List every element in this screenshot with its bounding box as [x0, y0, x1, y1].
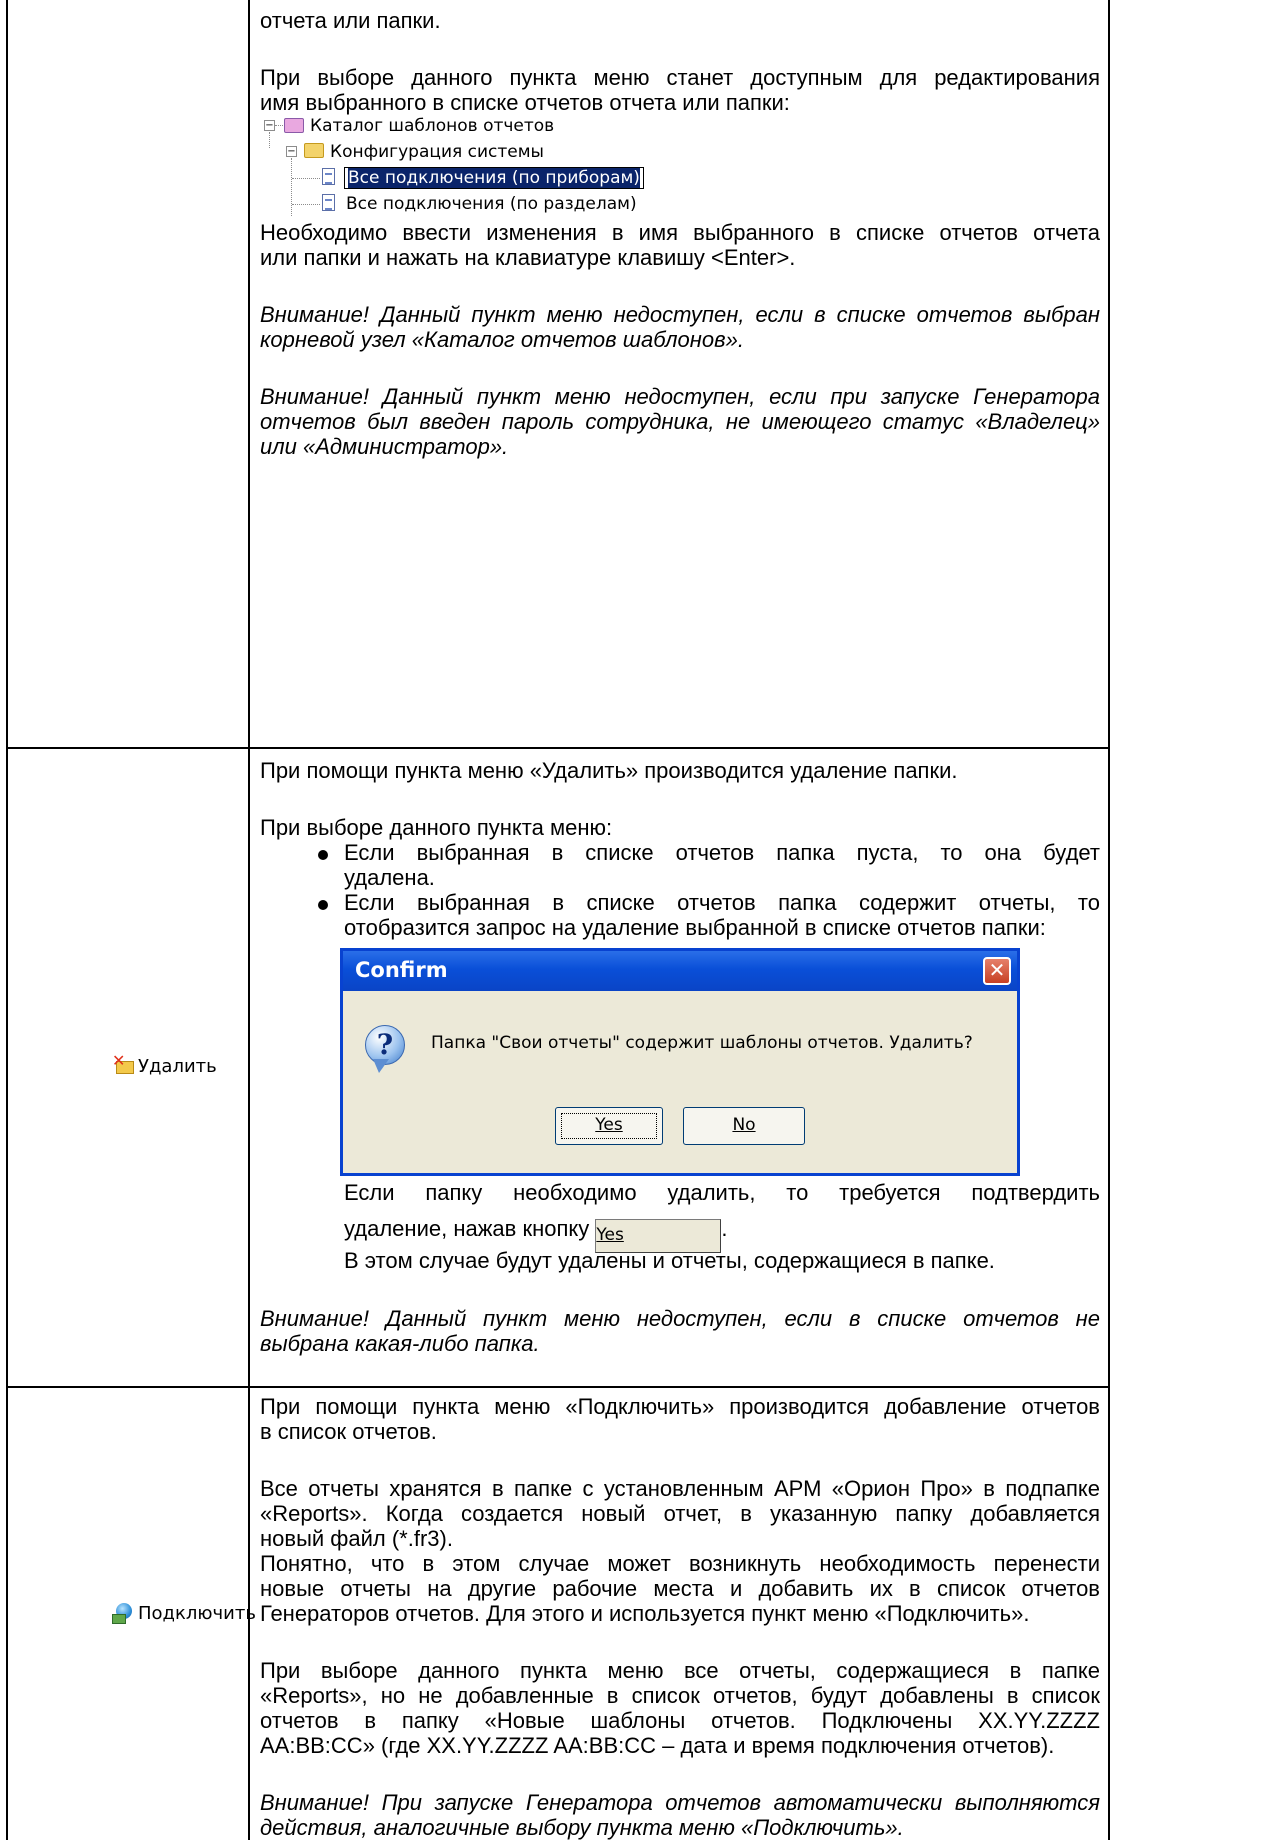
text-line: отобразится запрос на удаление выбранной… [344, 915, 1046, 940]
text-line: имя выбранного в списке отчетов отчета и… [260, 90, 790, 115]
text-line: новые отчеты на другие рабочие места и д… [260, 1576, 1100, 1601]
text-line: новый файл (*.fr3). [260, 1526, 453, 1551]
text-line: или папки и нажать на клавиатуре клавишу… [260, 245, 796, 270]
warning-line: Внимание! Данный пункт меню недоступен, … [260, 384, 1100, 409]
close-icon[interactable]: ✕ [983, 957, 1011, 985]
row-divider [8, 747, 1108, 749]
bullet [318, 850, 328, 860]
warning-line: корневой узел «Каталог отчетов шаблонов»… [260, 327, 744, 352]
text-line: Необходимо ввести изменения в имя выбран… [260, 220, 1100, 245]
tree-collapse-toggle[interactable]: − [264, 120, 275, 131]
warning-line: действия, аналогичные выбору пункта меню… [260, 1815, 904, 1840]
warning-line: выбрана какая-либо папка. [260, 1331, 540, 1356]
text-line: При выборе данного пункта меню станет до… [260, 65, 1100, 90]
text-line: Если выбранная в списке отчетов папка пу… [344, 840, 1100, 865]
report-catalog-tree: − Каталог шаблонов отчетов − Конфигураци… [260, 114, 740, 218]
text-line: Если выбранная в списке отчетов папка со… [344, 890, 1100, 915]
report-file-icon [322, 194, 335, 211]
connect-icon [112, 1603, 134, 1625]
folder-delete-icon: ✕ [112, 1053, 134, 1075]
text-line: «Reports». Когда создается новый отчет, … [260, 1501, 1100, 1526]
row-divider [8, 1386, 1108, 1388]
tree-item-editing[interactable]: Все подключения (по приборам) [344, 166, 644, 190]
text-line: AA:BB:CC» (где XX.YY.ZZZZ AA:BB:CC – дат… [260, 1733, 1055, 1758]
warning-line: или «Администратор». [260, 434, 509, 459]
menu-item-label: Удалить [138, 1056, 217, 1077]
catalog-root-icon [284, 118, 304, 133]
text-line: отчета или папки. [260, 8, 441, 33]
text-line: Все отчеты хранятся в папке с установлен… [260, 1476, 1100, 1501]
tree-item[interactable]: Все подключения (по разделам) [346, 192, 637, 216]
dialog-title: Confirm [355, 958, 448, 982]
menu-item-delete: ✕ Удалить [112, 1053, 217, 1079]
menu-item-connect: Подключить [112, 1602, 256, 1626]
text-line: удалена. [344, 865, 435, 890]
text-line: При помощи пункта меню «Удалить» произво… [260, 758, 958, 783]
no-button[interactable]: No [683, 1107, 805, 1145]
text-line: удаление, нажав кнопку Yes. [344, 1212, 1100, 1253]
dialog-message: Папка "Свои отчеты" содержит шаблоны отч… [431, 1033, 973, 1053]
text-line: Генераторов отчетов. Для этого и использ… [260, 1601, 1030, 1626]
report-file-icon [322, 168, 335, 185]
document-table: отчета или папки. При выборе данного пун… [6, 0, 1110, 1840]
tree-collapse-toggle[interactable]: − [286, 146, 297, 157]
yes-button[interactable]: Yes [555, 1107, 663, 1145]
text-line: В этом случае будут удалены и отчеты, со… [344, 1248, 995, 1273]
dialog-title-bar[interactable]: Confirm ✕ [343, 951, 1017, 991]
menu-item-label: Подключить [138, 1603, 256, 1624]
text-line: отчетов в папку «Новые шаблоны отчетов. … [260, 1708, 1100, 1733]
bullet [318, 900, 328, 910]
folder-icon [304, 143, 324, 158]
text-line: При выборе данного пункта меню: [260, 815, 613, 840]
confirm-dialog: Confirm ✕ ? Папка "Свои отчеты" содержит… [340, 948, 1020, 1176]
text-line: «Reports», но не добавленные в список от… [260, 1683, 1100, 1708]
text-line: Если папку необходимо удалить, то требуе… [344, 1180, 1100, 1205]
tree-folder-label[interactable]: Конфигурация системы [330, 140, 544, 164]
text-line: в список отчетов. [260, 1419, 437, 1444]
warning-line: Внимание! При запуске Генератора отчетов… [260, 1790, 1100, 1815]
rename-edit-box[interactable]: Все подключения (по приборам) [344, 167, 644, 189]
column-divider [248, 0, 250, 1840]
text-line: Понятно, что в этом случае может возникн… [260, 1551, 1100, 1576]
warning-line: Внимание! Данный пункт меню недоступен, … [260, 302, 1100, 327]
warning-line: Внимание! Данный пункт меню недоступен, … [260, 1306, 1100, 1331]
text-line: При помощи пункта меню «Подключить» прои… [260, 1394, 1100, 1419]
text-line: При выборе данного пункта меню все отчет… [260, 1658, 1100, 1683]
tree-root-label[interactable]: Каталог шаблонов отчетов [310, 114, 554, 138]
warning-line: отчетов был введен пароль сотрудника, не… [260, 409, 1100, 434]
